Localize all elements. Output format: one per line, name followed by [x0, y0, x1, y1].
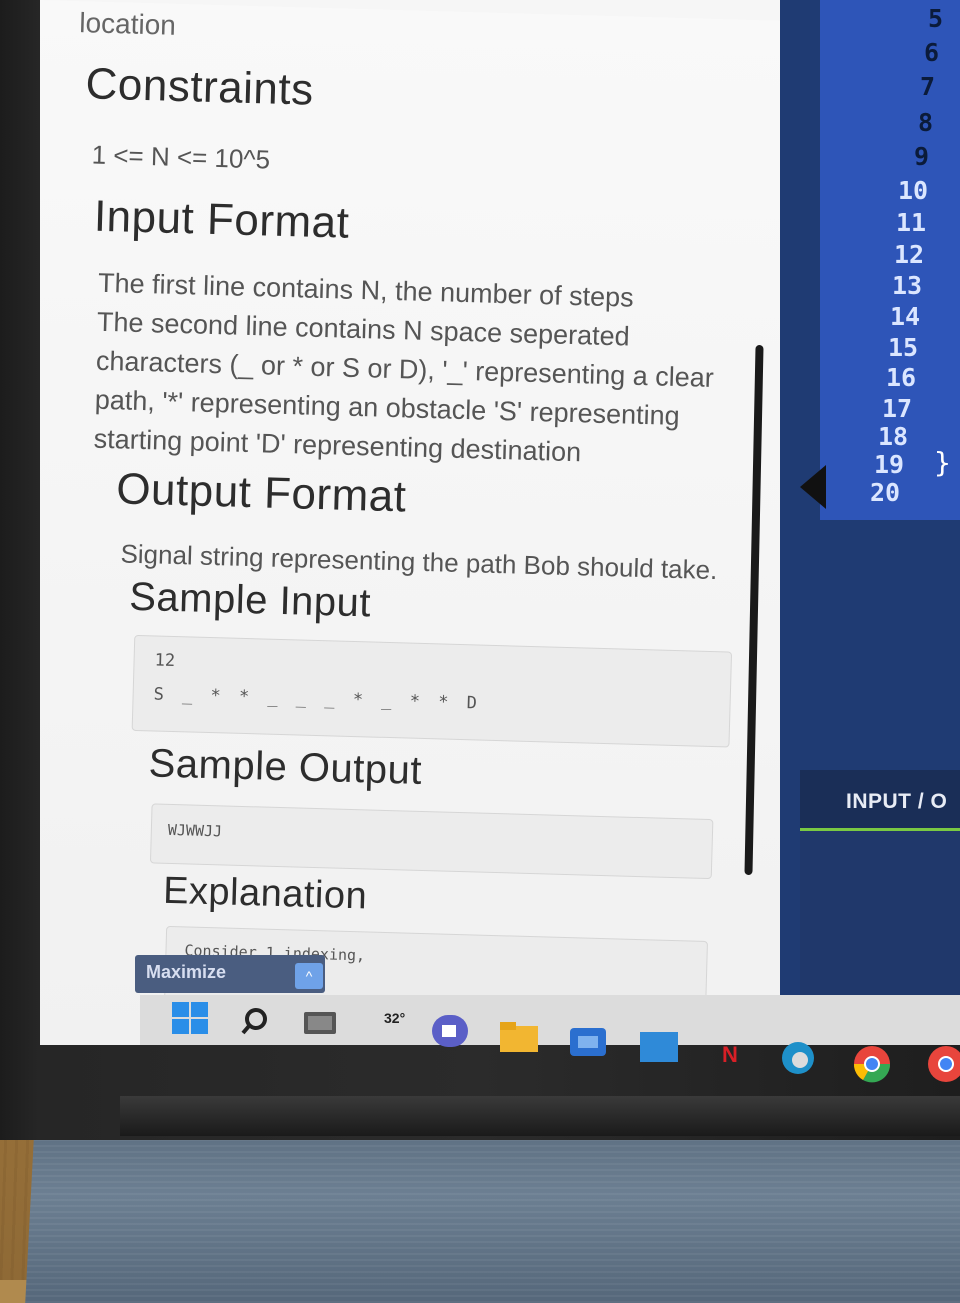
line-number: 9	[914, 142, 930, 171]
line-number: 13	[892, 271, 923, 300]
maximize-tooltip-label: Maximize	[146, 962, 227, 982]
line-number: 18	[878, 422, 909, 451]
line-number: 11	[896, 208, 927, 237]
store-icon[interactable]	[570, 1028, 608, 1058]
line-number: 12	[894, 240, 925, 269]
code-brace: }	[934, 446, 951, 479]
chevron-up-icon[interactable]: ^	[295, 963, 323, 989]
input-output-tab[interactable]: INPUT / O	[846, 790, 947, 814]
line-number: 15	[888, 333, 919, 362]
line-number: 6	[924, 38, 940, 67]
constraints-heading: Constraints	[84, 59, 315, 115]
sample-output-text: WJWWJJ	[167, 820, 223, 841]
task-view-icon[interactable]	[302, 1008, 338, 1036]
sample-output-box: WJWWJJ	[149, 803, 714, 880]
constraints-text: 1 <= N <= 10^5	[91, 139, 271, 175]
line-number: 14	[890, 302, 921, 331]
line-number: 10	[898, 176, 929, 205]
weather-temperature[interactable]: 32°	[384, 1010, 405, 1026]
line-number: 17	[882, 394, 913, 423]
chrome-browser-icon[interactable]	[852, 1044, 892, 1084]
sample-input-heading: Sample Input	[128, 574, 372, 626]
sample-input-line: 12	[154, 650, 176, 672]
file-explorer-icon[interactable]	[500, 1022, 540, 1054]
video-call-icon[interactable]	[432, 1015, 468, 1047]
sample-input-line: S _ * * _ _ _ * _ * * D	[153, 684, 482, 714]
line-number: 5	[928, 4, 944, 33]
windows-start-icon[interactable]	[172, 1002, 210, 1036]
svg-text:N: N	[722, 1042, 738, 1067]
chrome-browser-icon[interactable]	[926, 1044, 960, 1084]
line-number: 8	[918, 108, 934, 137]
search-icon[interactable]	[240, 1006, 270, 1036]
input-format-heading: Input Format	[93, 191, 351, 248]
line-number: 16	[886, 363, 917, 392]
section-location: location	[78, 7, 177, 41]
sample-input-box: 12 S _ * * _ _ _ * _ * * D	[131, 634, 733, 748]
laptop-keyboard-deck	[25, 1120, 960, 1303]
line-number: 19	[874, 450, 905, 479]
line-number: 20	[870, 478, 901, 507]
netflix-icon[interactable]: N	[716, 1040, 744, 1068]
sample-output-heading: Sample Output	[148, 741, 423, 793]
laptop-hinge	[120, 1096, 960, 1136]
problem-statement-panel: location Constraints 1 <= N <= 10^5 Inpu…	[40, 0, 825, 1045]
line-number: 7	[920, 72, 936, 101]
collapse-panel-arrow-icon[interactable]	[800, 465, 826, 509]
explanation-heading: Explanation	[162, 869, 368, 918]
output-format-heading: Output Format	[115, 464, 408, 522]
prime-video-icon[interactable]	[640, 1032, 680, 1064]
edge-browser-icon[interactable]	[778, 1040, 818, 1076]
